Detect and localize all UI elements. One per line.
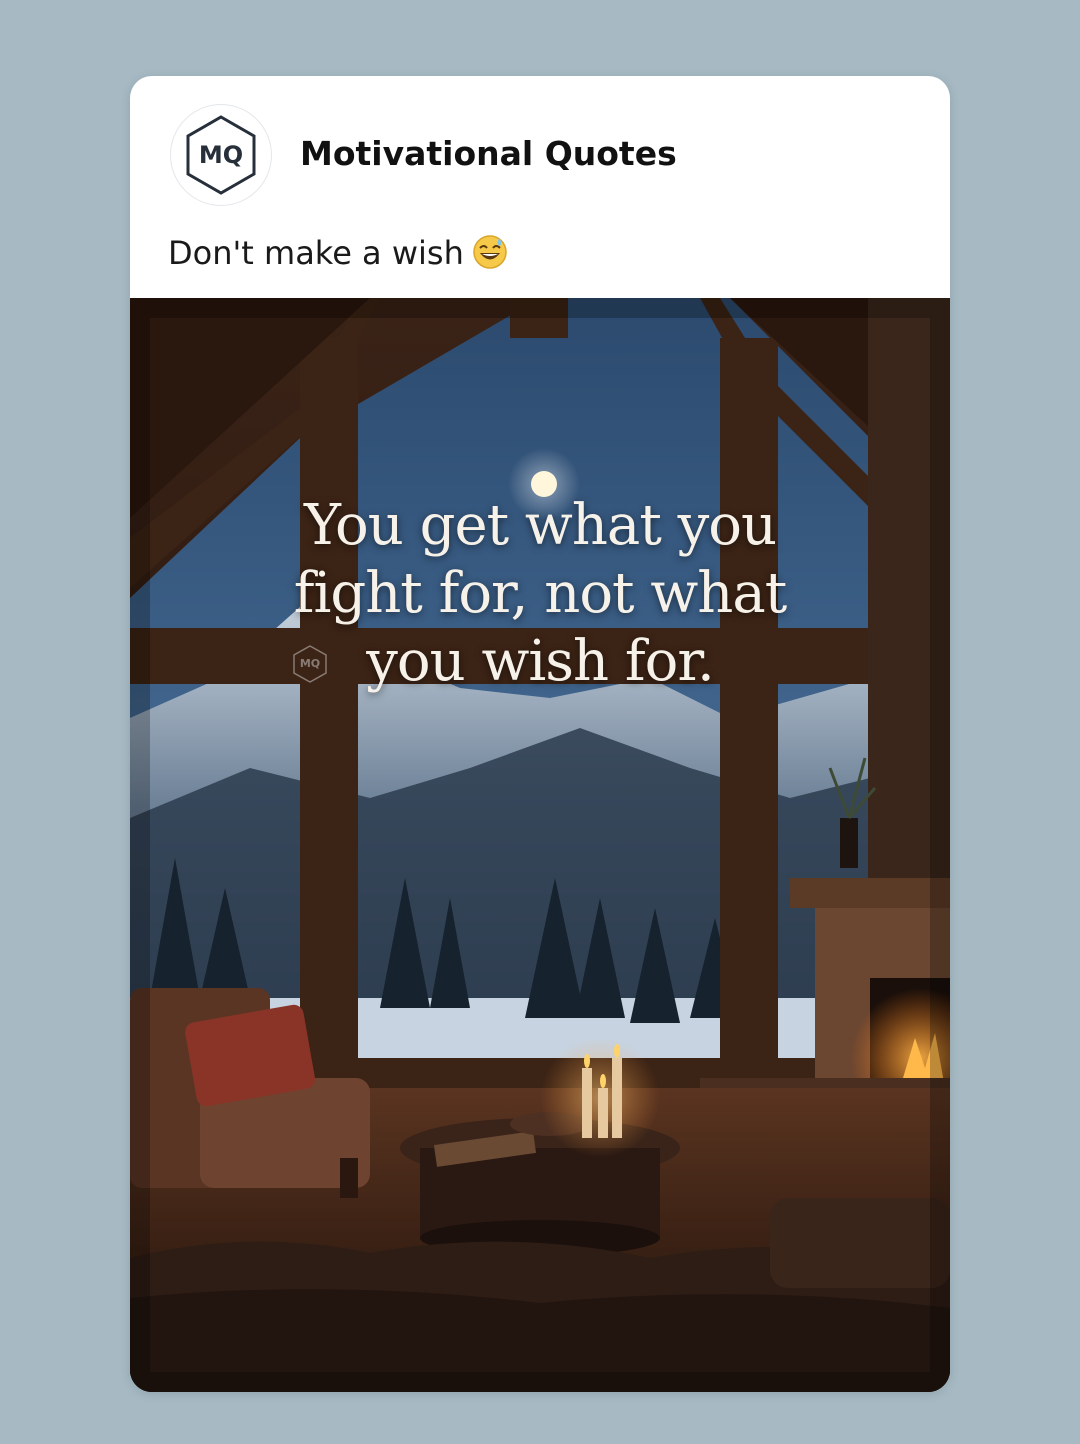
avatar[interactable]: MQ bbox=[170, 104, 272, 206]
post-card: MQ Motivational Quotes Don't make a wish bbox=[130, 76, 950, 1392]
post-caption: Don't make a wish bbox=[168, 232, 508, 274]
quote-text: You get what you fight for, not what you… bbox=[293, 493, 788, 694]
caption-text: Don't make a wish bbox=[168, 234, 464, 272]
post-image[interactable]: You get what you fight for, not what you… bbox=[130, 298, 950, 1392]
cabin-window-scene bbox=[130, 298, 950, 1392]
page-name[interactable]: Motivational Quotes bbox=[300, 134, 677, 174]
grinning-sweat-emoji-icon bbox=[473, 235, 507, 269]
post-header: MQ Motivational Quotes bbox=[130, 76, 950, 224]
watermark-logo: MQ bbox=[288, 642, 332, 686]
watermark-text: MQ bbox=[299, 657, 321, 670]
avatar-initials: MQ bbox=[198, 141, 244, 169]
